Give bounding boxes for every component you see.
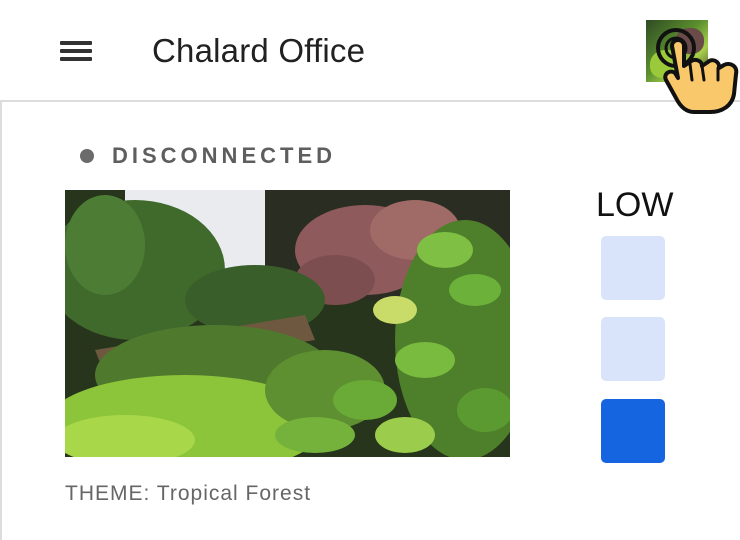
avatar-leaf-light (650, 50, 680, 78)
status-text: DISCONNECTED (112, 143, 337, 168)
avatar-leaf-dark (676, 28, 704, 54)
hamburger-menu-icon[interactable] (56, 36, 96, 68)
menu-bar-bottom (60, 57, 92, 61)
app-header: Chalard Office (0, 0, 740, 102)
terrarium-photo (65, 190, 510, 457)
status-dot-icon (80, 149, 94, 163)
connection-status: DISCONNECTED (80, 142, 336, 170)
level-block-3[interactable] (601, 399, 665, 463)
terrarium-card: DISCONNECTED THEME: Tropical Forest LOW (0, 102, 740, 540)
level-label: LOW (596, 186, 674, 224)
app-title: Chalard Office (152, 32, 366, 69)
menu-bar-top (60, 41, 92, 45)
avatar[interactable] (646, 20, 708, 82)
app-root: Chalard Office DISCONNECTED THEME: Tropi… (0, 0, 740, 540)
level-block-1[interactable] (601, 236, 665, 300)
level-block-2[interactable] (601, 317, 665, 381)
theme-label: THEME: Tropical Forest (65, 482, 312, 505)
menu-bar-middle (60, 49, 92, 53)
terrarium-illustration (65, 190, 510, 457)
